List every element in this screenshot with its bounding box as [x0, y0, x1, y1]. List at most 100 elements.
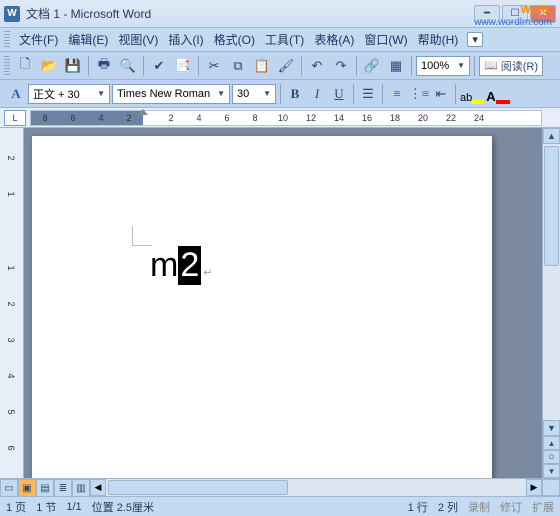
font-size-combo[interactable]: 30▼	[232, 84, 276, 104]
status-line[interactable]: 1 行	[408, 499, 428, 515]
text-before-selection: m	[150, 246, 178, 285]
horizontal-ruler[interactable]: 864224681012141618202224	[30, 110, 542, 126]
vruler-tick: 2	[6, 301, 16, 306]
scroll-down-icon[interactable]: ▼	[543, 420, 560, 436]
menu-bar: 文件(F) 编辑(E) 视图(V) 插入(I) 格式(O) 工具(T) 表格(A…	[0, 28, 560, 52]
menubar-grip[interactable]	[4, 31, 10, 49]
document-text[interactable]: m2↵	[150, 246, 212, 285]
status-position[interactable]: 位置 2.5厘米	[92, 499, 154, 515]
document-page[interactable]: m2↵	[32, 136, 492, 478]
vertical-scrollbar[interactable]: ▲ ▼ ▴ ○ ▾	[542, 128, 560, 478]
ruler-tick: 4	[196, 113, 201, 123]
bullets-icon[interactable]: ⋮≡	[409, 84, 429, 104]
reading-view-icon[interactable]: ▥	[72, 479, 90, 497]
menu-format[interactable]: 格式(O)	[209, 29, 260, 50]
document-scroll-area[interactable]: m2↵	[24, 128, 542, 478]
status-recording[interactable]: 录制	[468, 499, 490, 515]
next-page-icon[interactable]: ▾	[543, 464, 560, 478]
font-combo[interactable]: Times New Roman▼	[112, 84, 230, 104]
ruler-tick: 16	[362, 113, 372, 123]
indent-marker-icon[interactable]	[138, 109, 148, 115]
status-extend[interactable]: 扩展	[532, 499, 554, 515]
align-distribute-icon[interactable]: ☰	[358, 84, 378, 104]
cut-icon[interactable]: ✂	[203, 55, 225, 77]
vscroll-thumb[interactable]	[544, 146, 559, 266]
prev-page-icon[interactable]: ▴	[543, 436, 560, 450]
vruler-tick: 3	[6, 337, 16, 342]
status-page[interactable]: 1 页	[6, 499, 26, 515]
scroll-corner	[542, 479, 560, 496]
select-browse-object-icon[interactable]: ○	[543, 450, 560, 464]
styles-pane-icon[interactable]: A	[6, 84, 26, 104]
hscroll-track[interactable]	[106, 479, 526, 496]
bold-button[interactable]: B	[285, 84, 305, 104]
status-section[interactable]: 1 节	[36, 499, 56, 515]
outline-view-icon[interactable]: ≣	[54, 479, 72, 497]
print-preview-icon[interactable]: 🔍	[117, 55, 139, 77]
spelling-icon[interactable]: ✔	[148, 55, 170, 77]
print-layout-view-icon[interactable]: ▣	[18, 479, 36, 497]
menu-file[interactable]: 文件(F)	[14, 29, 63, 50]
menu-edit[interactable]: 编辑(E)	[63, 29, 113, 50]
numbering-icon[interactable]: ≡	[387, 84, 407, 104]
redo-icon[interactable]: ↷	[330, 55, 352, 77]
paste-icon[interactable]: 📋	[251, 55, 273, 77]
vruler-tick: 2	[6, 155, 16, 160]
ruler-tick: 10	[278, 113, 288, 123]
vscroll-track[interactable]	[543, 144, 560, 420]
normal-view-icon[interactable]: ▭	[0, 479, 18, 497]
ruler-tick: 6	[70, 113, 75, 123]
scroll-right-icon[interactable]: ▶	[526, 479, 542, 496]
web-layout-view-icon[interactable]: ▤	[36, 479, 54, 497]
vruler-tick: 1	[6, 265, 16, 270]
copy-icon[interactable]: ⧉	[227, 55, 249, 77]
hscroll-thumb[interactable]	[108, 480, 288, 495]
menu-tools[interactable]: 工具(T)	[260, 29, 309, 50]
status-bar: 1 页 1 节 1/1 位置 2.5厘米 1 行 2 列 录制 修订 扩展	[0, 496, 560, 516]
menu-insert[interactable]: 插入(I)	[163, 29, 208, 50]
help-box[interactable]: ▾	[467, 32, 483, 47]
ruler-tick: 2	[126, 113, 131, 123]
status-page-count[interactable]: 1/1	[66, 501, 81, 513]
underline-button[interactable]: U	[329, 84, 349, 104]
menu-help[interactable]: 帮助(H)	[413, 29, 464, 50]
toolbar-grip[interactable]	[4, 56, 10, 76]
menu-view[interactable]: 视图(V)	[113, 29, 163, 50]
reading-layout-button[interactable]: 📖 阅读(R)	[479, 56, 543, 76]
horizontal-ruler-bar: L 864224681012141618202224	[0, 108, 560, 128]
vertical-ruler[interactable]: 21123456	[0, 128, 24, 478]
ruler-tick: 22	[446, 113, 456, 123]
print-icon[interactable]: 🖶	[93, 55, 115, 77]
open-icon[interactable]: 📂	[38, 55, 60, 77]
undo-icon[interactable]: ↶	[306, 55, 328, 77]
scroll-up-icon[interactable]: ▲	[543, 128, 560, 144]
ruler-tick: 4	[98, 113, 103, 123]
zoom-combo[interactable]: 100%▼	[416, 56, 470, 76]
menu-window[interactable]: 窗口(W)	[359, 29, 412, 50]
status-track-changes[interactable]: 修订	[500, 499, 522, 515]
research-icon[interactable]: 📑	[172, 55, 194, 77]
work-area: 21123456 m2↵ ▲ ▼ ▴ ○ ▾	[0, 128, 560, 478]
formatting-toolbar: A 正文 + 30 ▼ Times New Roman▼ 30▼ B I U ☰…	[0, 80, 560, 108]
new-icon[interactable]: 🗋	[14, 55, 36, 77]
font-color-button[interactable]: A	[486, 84, 510, 104]
ruler-tick: 2	[168, 113, 173, 123]
style-combo[interactable]: 正文 + 30 ▼	[28, 84, 110, 104]
save-icon[interactable]: 💾	[62, 55, 84, 77]
tab-selector[interactable]: L	[4, 110, 26, 126]
highlight-button[interactable]: ab	[460, 84, 484, 104]
decrease-indent-icon[interactable]: ⇤	[431, 84, 451, 104]
ruler-tick: 20	[418, 113, 428, 123]
horizontal-scrollbar[interactable]: ◀ ▶	[90, 479, 542, 496]
tables-borders-icon[interactable]: ▦	[385, 55, 407, 77]
menu-table[interactable]: 表格(A)	[309, 29, 359, 50]
ruler-tick: 8	[42, 113, 47, 123]
format-painter-icon[interactable]: 🖌	[275, 55, 297, 77]
scroll-left-icon[interactable]: ◀	[90, 479, 106, 496]
vruler-tick: 1	[6, 191, 16, 196]
status-column[interactable]: 2 列	[438, 499, 458, 515]
hyperlink-icon[interactable]: 🔗	[361, 55, 383, 77]
standard-toolbar: 🗋 📂 💾 🖶 🔍 ✔ 📑 ✂ ⧉ 📋 🖌 ↶ ↷ 🔗 ▦ 100%▼ 📖 阅读…	[0, 52, 560, 80]
italic-button[interactable]: I	[307, 84, 327, 104]
view-buttons: ▭ ▣ ▤ ≣ ▥	[0, 479, 90, 496]
